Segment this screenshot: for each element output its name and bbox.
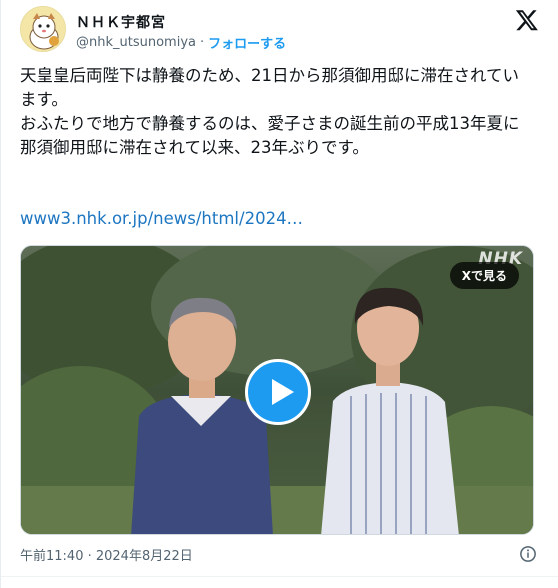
article-link[interactable]: www3.nhk.or.jp/news/html/2024… (20, 209, 303, 228)
display-name[interactable]: ＮＨＫ宇都宮 (76, 12, 166, 32)
tweet-paragraph-2: おふたりで地方で静養するのは、愛子さまの誕生前の平成13年夏に那須御用邸に滞在さ… (20, 114, 520, 157)
follow-button[interactable]: フォローする (208, 33, 286, 52)
x-logo-icon[interactable] (515, 8, 539, 32)
tweet-paragraph-1: 天皇皇后両陛下は静養のため、21日から那須御用邸に滞在されています。 (20, 66, 520, 109)
tweet-header: ＮＨＫ宇都宮 @nhk_utsunomiya · フォローする (20, 6, 539, 56)
display-name-row: ＮＨＫ宇都宮 (76, 12, 166, 32)
avatar[interactable] (20, 6, 66, 52)
handle-row: @nhk_utsunomiya · フォローする (76, 33, 286, 52)
tweet-card: ＮＨＫ宇都宮 @nhk_utsunomiya · フォローする 天皇皇后両陛下は… (0, 0, 558, 588)
view-on-x-button[interactable]: Xで見る (449, 262, 519, 289)
tweet-text: 天皇皇后両陛下は静養のため、21日から那須御用邸に滞在されています。 おふたりで… (20, 64, 530, 160)
account-handle[interactable]: @nhk_utsunomiya (76, 35, 196, 50)
video-player[interactable]: NHK Xで見る (20, 245, 534, 535)
separator-dot: · (199, 35, 205, 50)
avatar-mascot-icon (21, 7, 65, 51)
card-divider (1, 576, 558, 577)
tweet-timestamp[interactable]: 午前11:40 · 2024年8月22日 (20, 545, 193, 564)
play-button[interactable] (245, 359, 311, 425)
info-icon[interactable] (519, 545, 537, 563)
play-icon (272, 379, 294, 405)
